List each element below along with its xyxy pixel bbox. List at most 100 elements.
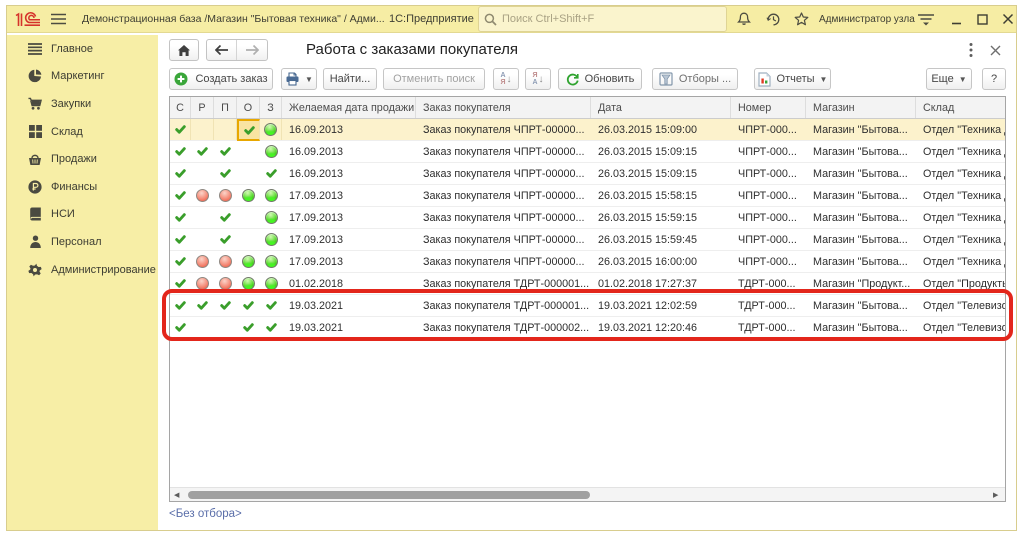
flag-cell[interactable] <box>260 207 282 228</box>
favorites-star-icon[interactable] <box>791 6 811 32</box>
cell-warehouse[interactable]: Отдел "Техника д <box>916 141 1006 162</box>
cell-shop[interactable]: Магазин "Бытова... <box>806 163 916 184</box>
form-menu-dots-icon[interactable] <box>964 41 978 59</box>
cell-number[interactable]: ЧПРТ-000... <box>731 163 806 184</box>
flag-cell[interactable] <box>214 207 237 228</box>
flag-cell[interactable] <box>237 251 260 272</box>
form-close-icon[interactable] <box>987 41 1003 59</box>
no-filter-link[interactable]: <Без отбора> <box>169 508 242 520</box>
sidebar-item-8[interactable]: Персонал <box>7 228 158 256</box>
column-header-flag-З[interactable]: З <box>260 97 282 118</box>
column-header-flag-П[interactable]: П <box>214 97 237 118</box>
window-minimize-icon[interactable] <box>947 6 965 32</box>
back-button[interactable] <box>207 40 237 60</box>
flag-cell[interactable] <box>214 141 237 162</box>
cell-shop[interactable]: Магазин "Бытова... <box>806 317 916 338</box>
flag-cell[interactable] <box>170 229 191 250</box>
service-menu-icon[interactable] <box>915 6 937 32</box>
cell-datetime[interactable]: 26.03.2015 15:09:15 <box>591 141 731 162</box>
cell-order[interactable]: Заказ покупателя ЧПРТ-00000... <box>416 119 591 140</box>
refresh-button[interactable]: Обновить <box>558 68 642 90</box>
flag-cell[interactable] <box>170 295 191 316</box>
notifications-bell-icon[interactable] <box>734 6 754 32</box>
cell-shop[interactable]: Магазин "Бытова... <box>806 207 916 228</box>
flag-cell[interactable] <box>170 185 191 206</box>
global-search-input[interactable]: Поиск Ctrl+Shift+F <box>478 6 727 32</box>
flag-cell[interactable] <box>237 141 260 162</box>
current-user[interactable]: Администратор узла <box>819 6 915 32</box>
column-header-flag-С[interactable]: С <box>170 97 191 118</box>
flag-cell[interactable] <box>260 251 282 272</box>
print-button[interactable]: ▼ <box>281 68 317 90</box>
scrollbar-thumb[interactable] <box>188 491 590 499</box>
flag-cell[interactable] <box>260 163 282 184</box>
cell-warehouse[interactable]: Отдел "Техника д <box>916 207 1006 228</box>
column-header-4[interactable]: Номер <box>731 97 806 118</box>
flag-cell[interactable] <box>214 295 237 316</box>
reports-button[interactable]: Отчеты ▼ <box>754 68 831 90</box>
table-row-3[interactable]: 16.09.2013Заказ покупателя ЧПРТ-00000...… <box>170 163 1006 185</box>
cell-warehouse[interactable]: Отдел "Телевизо <box>916 317 1006 338</box>
table-row-9[interactable]: 19.03.2021Заказ покупателя ТДРТ-000001..… <box>170 295 1006 317</box>
flag-cell[interactable] <box>191 295 214 316</box>
create-order-button[interactable]: Создать заказ <box>169 68 273 90</box>
cell-number[interactable]: ТДРТ-000... <box>731 273 806 294</box>
main-menu-hamburger-icon[interactable] <box>51 6 66 32</box>
cell-order[interactable]: Заказ покупателя ЧПРТ-00000... <box>416 251 591 272</box>
cancel-search-button[interactable]: Отменить поиск <box>383 68 485 90</box>
flag-cell[interactable] <box>191 229 214 250</box>
flag-cell[interactable] <box>170 273 191 294</box>
cell-number[interactable]: ЧПРТ-000... <box>731 185 806 206</box>
flag-cell[interactable] <box>214 119 237 140</box>
flag-cell[interactable] <box>260 229 282 250</box>
focused-flag-cell[interactable] <box>237 119 260 141</box>
window-maximize-icon[interactable] <box>973 6 991 32</box>
cell-datetime[interactable]: 26.03.2015 16:00:00 <box>591 251 731 272</box>
flag-cell[interactable] <box>214 185 237 206</box>
cell-number[interactable]: ЧПРТ-000... <box>731 141 806 162</box>
sidebar-item-9[interactable]: Администрирование <box>7 256 158 284</box>
cell-shop[interactable]: Магазин "Продукт... <box>806 273 916 294</box>
flag-cell[interactable] <box>214 229 237 250</box>
cell-number[interactable]: ЧПРТ-000... <box>731 229 806 250</box>
sidebar-item-3[interactable]: Закупки <box>7 90 158 118</box>
cell-wish_date[interactable]: 16.09.2013 <box>282 141 416 162</box>
scroll-left-arrow-icon[interactable]: ◀ <box>174 492 182 499</box>
sidebar-item-6[interactable]: Финансы <box>7 173 158 201</box>
more-button[interactable]: Еще ▼ <box>926 68 972 90</box>
flag-cell[interactable] <box>260 295 282 316</box>
cell-wish_date[interactable]: 17.09.2013 <box>282 251 416 272</box>
cell-shop[interactable]: Магазин "Бытова... <box>806 229 916 250</box>
filters-button[interactable]: Отборы ... <box>652 68 738 90</box>
cell-wish_date[interactable]: 16.09.2013 <box>282 119 416 140</box>
flag-cell[interactable] <box>260 317 282 338</box>
flag-cell[interactable] <box>170 141 191 162</box>
column-header-3[interactable]: Дата <box>591 97 731 118</box>
cell-datetime[interactable]: 19.03.2021 12:02:59 <box>591 295 731 316</box>
cell-order[interactable]: Заказ покупателя ЧПРТ-00000... <box>416 185 591 206</box>
flag-cell[interactable] <box>237 229 260 250</box>
flag-cell[interactable] <box>170 119 191 140</box>
home-button[interactable] <box>169 39 199 61</box>
flag-cell[interactable] <box>260 273 282 294</box>
cell-warehouse[interactable]: Отдел "Техника д <box>916 163 1006 184</box>
flag-cell[interactable] <box>237 295 260 316</box>
flag-cell[interactable] <box>237 207 260 228</box>
cell-wish_date[interactable]: 17.09.2013 <box>282 207 416 228</box>
cell-warehouse[interactable]: Отдел "Техника д <box>916 185 1006 206</box>
cell-warehouse[interactable]: Отдел "Телевизо <box>916 295 1006 316</box>
flag-cell[interactable] <box>214 317 237 338</box>
cell-datetime[interactable]: 01.02.2018 17:27:37 <box>591 273 731 294</box>
cell-datetime[interactable]: 26.03.2015 15:59:15 <box>591 207 731 228</box>
cell-order[interactable]: Заказ покупателя ЧПРТ-00000... <box>416 141 591 162</box>
horizontal-scrollbar[interactable]: ◀ ▶ <box>170 487 1005 501</box>
column-header-1[interactable]: Желаемая дата продажи <box>282 97 416 118</box>
scroll-right-arrow-icon[interactable]: ▶ <box>993 492 1001 499</box>
flag-cell[interactable] <box>191 141 214 162</box>
cell-shop[interactable]: Магазин "Бытова... <box>806 185 916 206</box>
column-header-2[interactable]: Заказ покупателя <box>416 97 591 118</box>
cell-order[interactable]: Заказ покупателя ТДРТ-000001... <box>416 295 591 316</box>
cell-number[interactable]: ТДРТ-000... <box>731 317 806 338</box>
cell-wish_date[interactable]: 19.03.2021 <box>282 295 416 316</box>
flag-cell[interactable] <box>260 185 282 206</box>
